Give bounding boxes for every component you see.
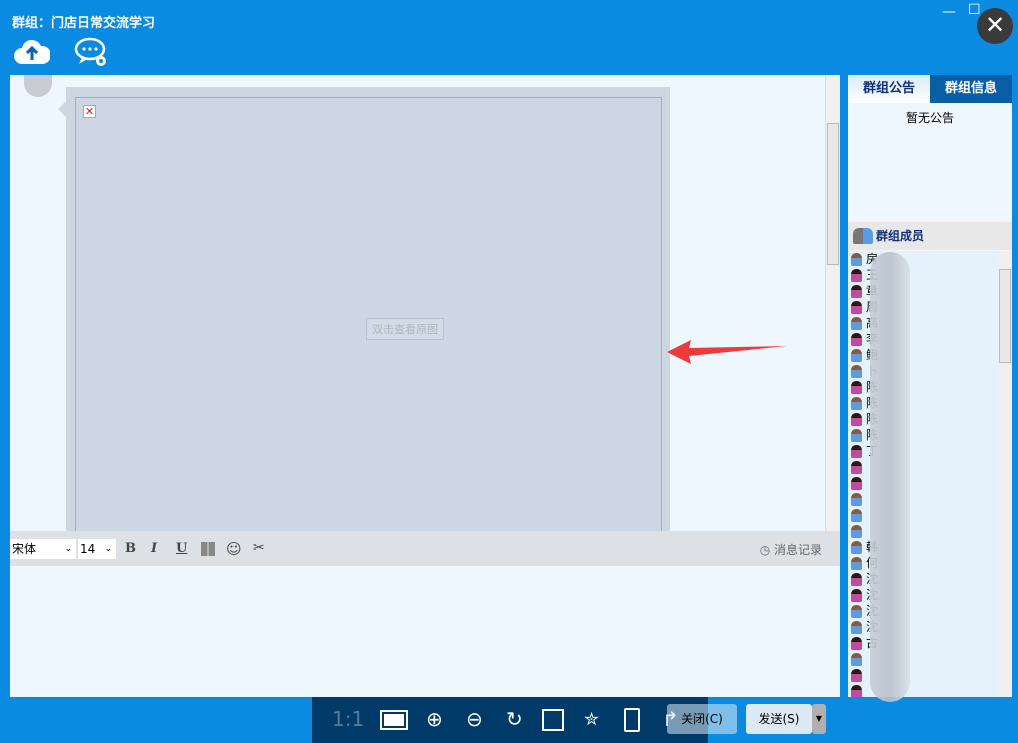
format-toolbar: 宋体 ⌄ 14 ⌄ B I U ☺ ✂ ◷ 消息记录 (10, 531, 840, 566)
male-user-icon (851, 253, 862, 266)
tab-info[interactable]: 群组信息 (930, 75, 1012, 103)
female-user-icon (851, 669, 862, 682)
female-user-icon (851, 685, 862, 697)
male-user-icon (851, 653, 862, 666)
male-user-icon (851, 621, 862, 634)
zoom-out-icon[interactable]: ⊖ (466, 707, 483, 731)
male-user-icon (851, 541, 862, 554)
font-value: 宋体 (12, 542, 37, 556)
female-user-icon (851, 589, 862, 602)
tablet-icon[interactable] (624, 708, 640, 732)
tab-notice[interactable]: 群组公告 (848, 75, 930, 103)
male-user-icon (851, 509, 862, 522)
zoom-in-icon[interactable]: ⊕ (426, 707, 443, 731)
female-user-icon (851, 477, 862, 490)
male-user-icon (851, 317, 862, 330)
italic-button[interactable]: I (151, 541, 157, 556)
bold-button[interactable]: B (125, 541, 136, 556)
scissors-icon[interactable]: ✂ (253, 540, 265, 556)
female-user-icon (851, 637, 862, 650)
female-user-icon (851, 333, 862, 346)
broken-image-icon: ✕ (83, 105, 96, 118)
member-scrollbar[interactable] (998, 251, 1012, 697)
view-original-button[interactable]: 双击查看原图 (366, 318, 444, 340)
history-label: 消息记录 (773, 543, 822, 557)
female-user-icon (851, 413, 862, 426)
chat-scrollbar[interactable] (825, 75, 840, 531)
male-user-icon (851, 349, 862, 362)
female-user-icon (851, 285, 862, 298)
upload-cloud-icon[interactable] (14, 38, 52, 69)
message-history-button[interactable]: ◷ 消息记录 (760, 541, 822, 558)
female-user-icon (851, 269, 862, 282)
avatar (24, 75, 52, 97)
rotate-icon[interactable]: ↻ (506, 707, 523, 731)
fit-screen-icon[interactable] (380, 710, 408, 730)
notice-text: 暂无公告 (905, 111, 954, 125)
female-user-icon (851, 573, 862, 586)
male-user-icon (851, 605, 862, 618)
image-viewer-toolbar: 1:1 ⊕ ⊖ ↻ ✮ ↱ (312, 697, 708, 743)
message-bubble: ✕ 双击查看原图 (58, 87, 670, 531)
save-icon[interactable] (542, 709, 564, 731)
male-user-icon (851, 365, 862, 378)
close-button[interactable]: ✕ (977, 8, 1013, 44)
blurred-names (870, 252, 910, 702)
emoji-icon[interactable]: ☺ (226, 540, 242, 558)
underline-button[interactable]: U (176, 541, 187, 556)
clock-icon: ◷ (759, 543, 774, 557)
scroll-thumb[interactable] (827, 123, 839, 265)
members-icon (853, 228, 873, 244)
size-select[interactable]: 14 ⌄ (78, 539, 116, 559)
size-value: 14 (80, 542, 96, 556)
minimize-button[interactable]: — (942, 4, 956, 20)
image-message[interactable]: ✕ 双击查看原图 (75, 97, 662, 531)
send-button[interactable]: 发送(S) (746, 704, 812, 734)
screenshot-grid-icon[interactable] (201, 542, 215, 556)
close-chat-button[interactable]: 关闭(C) (667, 704, 737, 734)
male-user-icon (851, 525, 862, 538)
send-options-chevron-icon[interactable]: ▼ (812, 704, 826, 734)
female-user-icon (851, 301, 862, 314)
male-user-icon (851, 557, 862, 570)
female-user-icon (851, 445, 862, 458)
scroll-thumb[interactable] (999, 269, 1011, 363)
message-input[interactable] (10, 566, 840, 697)
red-arrow-annotation (667, 340, 787, 364)
male-user-icon (851, 493, 862, 506)
members-header: 群组成员 (848, 222, 1012, 250)
chat-area: ✕ 双击查看原图 (10, 75, 840, 531)
female-user-icon (851, 381, 862, 394)
male-user-icon (851, 429, 862, 442)
actual-size-button[interactable]: 1:1 (332, 707, 364, 731)
font-select[interactable]: 宋体 ⌄ (10, 539, 76, 559)
chat-settings-icon[interactable] (74, 36, 110, 71)
window-title: 群组：门店日常交流学习 (12, 16, 156, 31)
bookmark-star-icon[interactable]: ✮ (584, 709, 599, 730)
female-user-icon (851, 461, 862, 474)
members-title: 群组成员 (876, 229, 925, 243)
male-user-icon (851, 397, 862, 410)
